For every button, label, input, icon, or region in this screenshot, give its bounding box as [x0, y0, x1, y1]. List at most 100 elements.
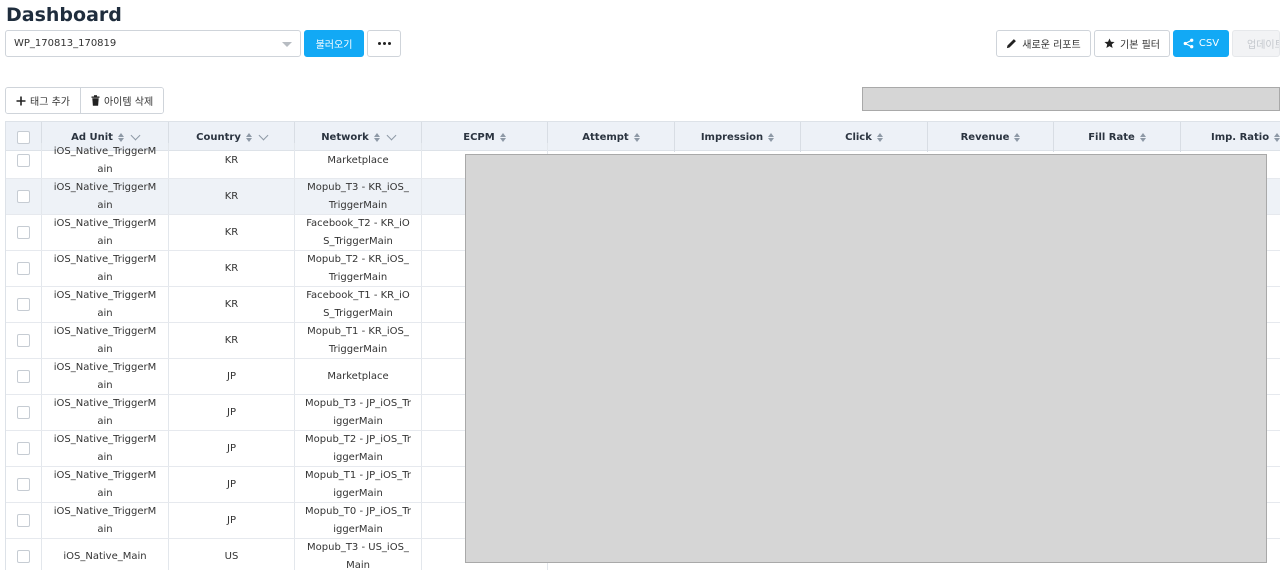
row-checkbox-cell: [6, 359, 42, 394]
network-text: Mopub_T1 - JP_iOS_TriggerMain: [305, 469, 411, 499]
row-checkbox[interactable]: [17, 190, 30, 203]
country-text: KR: [224, 154, 239, 166]
network-text: Facebook_T1 - KR_iOS_TriggerMain: [306, 289, 410, 319]
network-cell: Marketplace: [295, 143, 422, 178]
country-cell: JP: [169, 467, 295, 502]
network-cell: Mopub_T3 - JP_iOS_TriggerMain: [295, 395, 422, 430]
star-icon: [1104, 38, 1115, 48]
row-checkbox[interactable]: [17, 298, 30, 311]
sort-icon[interactable]: [633, 132, 640, 142]
row-checkbox[interactable]: [17, 226, 30, 239]
row-checkbox-cell: [6, 215, 42, 250]
select-all-checkbox[interactable]: [17, 130, 30, 144]
network-text: Mopub_T2 - KR_iOS_TriggerMain: [307, 253, 409, 283]
row-checkbox[interactable]: [17, 550, 30, 563]
row-checkbox-cell: [6, 287, 42, 322]
sort-icon[interactable]: [499, 132, 506, 142]
ad-unit-text: iOS_Native_TriggerMain: [53, 505, 157, 535]
sort-icon[interactable]: [373, 132, 380, 142]
sort-icon[interactable]: [117, 132, 124, 142]
row-checkbox[interactable]: [17, 478, 30, 491]
sort-icon[interactable]: [1274, 132, 1280, 142]
csv-share-button[interactable]: CSV: [1173, 30, 1229, 57]
network-cell: Facebook_T1 - KR_iOS_TriggerMain: [295, 287, 422, 322]
ad-unit-text: iOS_Native_TriggerMain: [53, 181, 157, 211]
country-text: KR: [224, 298, 239, 310]
report-select[interactable]: WP_170813_170819: [5, 30, 301, 57]
ad-unit-cell: iOS_Native_TriggerMain: [42, 251, 169, 286]
country-cell: JP: [169, 395, 295, 430]
network-text: Mopub_T3 - JP_iOS_TriggerMain: [305, 397, 411, 427]
upload-button-label: 업데이트: [1247, 40, 1279, 51]
chevron-down-icon[interactable]: [386, 130, 397, 140]
country-cell: KR: [169, 323, 295, 358]
country-text: KR: [224, 262, 239, 274]
row-checkbox[interactable]: [17, 334, 30, 347]
network-cell: Mopub_T1 - JP_iOS_TriggerMain: [295, 467, 422, 502]
ad-unit-cell: iOS_Native_TriggerMain: [42, 467, 169, 502]
row-checkbox-cell: [6, 467, 42, 502]
ad-unit-cell: iOS_Native_TriggerMain: [42, 179, 169, 214]
report-select-value: WP_170813_170819: [14, 38, 117, 49]
sort-icon[interactable]: [876, 132, 883, 142]
upload-button[interactable]: 업데이트: [1232, 30, 1280, 57]
header-label: Attempt: [582, 131, 629, 143]
delete-item-button-label: 아이템 삭제: [103, 97, 154, 108]
row-checkbox[interactable]: [17, 154, 30, 167]
more-options-button[interactable]: [367, 30, 401, 57]
row-checkbox[interactable]: [17, 442, 30, 455]
row-checkbox[interactable]: [17, 370, 30, 383]
default-filter-button[interactable]: 기본 필터: [1094, 30, 1170, 57]
ad-unit-text: iOS_Native_TriggerMain: [53, 253, 157, 283]
new-report-button-label: 새로운 리포트: [1022, 40, 1081, 51]
row-checkbox-cell: [6, 143, 42, 178]
header-label: Ad Unit: [71, 131, 113, 143]
ad-unit-text: iOS_Native_TriggerMain: [53, 289, 157, 319]
redacted-area-top: [862, 87, 1280, 111]
country-cell: JP: [169, 503, 295, 538]
network-text: Mopub_T2 - JP_iOS_TriggerMain: [305, 433, 411, 463]
add-tag-button[interactable]: 태그 추가: [6, 88, 80, 113]
country-text: JP: [227, 442, 236, 454]
country-text: KR: [224, 190, 239, 202]
country-cell: KR: [169, 179, 295, 214]
header-label: ECPM: [463, 131, 495, 143]
country-text: US: [224, 550, 239, 562]
sort-icon[interactable]: [768, 132, 775, 142]
row-checkbox[interactable]: [17, 514, 30, 527]
ad-unit-cell: iOS_Native_TriggerMain: [42, 143, 169, 178]
network-text: Marketplace: [327, 370, 389, 382]
network-cell: Mopub_T3 - US_iOS_Main: [295, 539, 422, 570]
chevron-down-icon[interactable]: [258, 130, 269, 140]
ad-unit-text: iOS_Native_TriggerMain: [53, 361, 157, 391]
header-label: Fill Rate: [1088, 131, 1135, 143]
load-button[interactable]: 불러오기: [304, 30, 364, 57]
row-checkbox-cell: [6, 431, 42, 466]
country-text: JP: [227, 478, 236, 490]
pencil-icon: [1007, 39, 1017, 49]
row-checkbox[interactable]: [17, 262, 30, 275]
country-text: JP: [227, 406, 236, 418]
ad-unit-text: iOS_Native_TriggerMain: [53, 145, 157, 175]
page-title: Dashboard: [6, 4, 122, 26]
add-tag-button-label: 태그 추가: [30, 97, 70, 108]
sort-icon[interactable]: [245, 132, 252, 142]
default-filter-button-label: 기본 필터: [1120, 40, 1160, 51]
sort-icon[interactable]: [1139, 132, 1146, 142]
item-action-toolbar: 태그 추가 아이템 삭제: [5, 87, 165, 114]
chevron-down-icon[interactable]: [130, 130, 141, 140]
network-cell: Mopub_T2 - KR_iOS_TriggerMain: [295, 251, 422, 286]
ad-unit-text: iOS_Native_TriggerMain: [53, 469, 157, 499]
country-cell: KR: [169, 287, 295, 322]
delete-item-button[interactable]: 아이템 삭제: [79, 88, 164, 113]
network-text: Marketplace: [327, 154, 389, 166]
row-checkbox-cell: [6, 395, 42, 430]
country-cell: KR: [169, 215, 295, 250]
ad-unit-text: iOS_Native_TriggerMain: [53, 433, 157, 463]
network-text: Facebook_T2 - KR_iOS_TriggerMain: [306, 217, 410, 247]
sort-icon[interactable]: [1014, 132, 1021, 142]
new-report-button[interactable]: 새로운 리포트: [996, 30, 1091, 57]
row-checkbox[interactable]: [17, 406, 30, 419]
ellipsis-icon: [377, 42, 391, 45]
header-label: Imp. Ratio: [1211, 131, 1270, 143]
